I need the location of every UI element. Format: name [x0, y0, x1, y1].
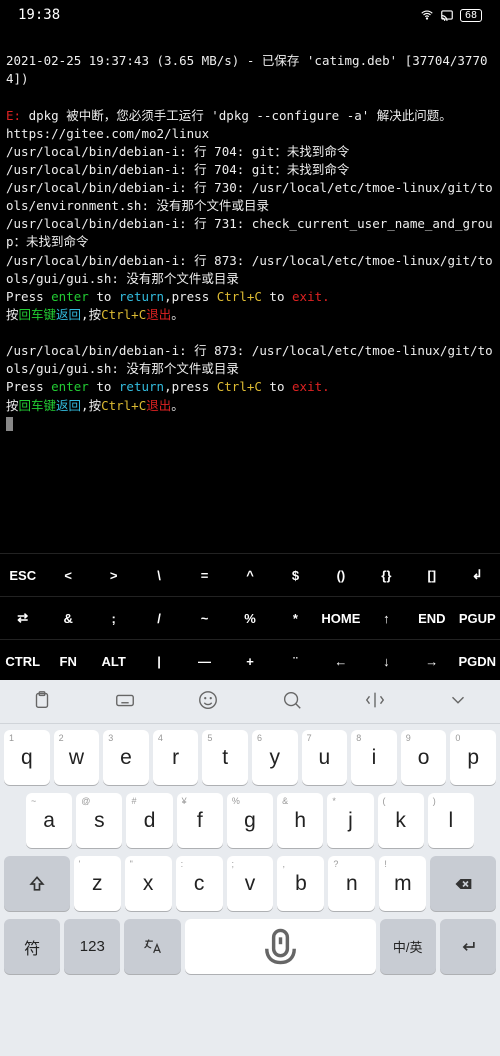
collapse-keyboard-icon[interactable] [447, 689, 469, 715]
clipboard-icon[interactable] [31, 689, 53, 715]
key-r[interactable]: 4r [153, 730, 199, 785]
wifi-icon [420, 8, 434, 22]
battery-indicator: 68 [460, 9, 482, 22]
extra-key-↑[interactable]: ↑ [364, 597, 409, 639]
key-i[interactable]: 8i [351, 730, 397, 785]
extra-key-*[interactable]: * [273, 597, 318, 639]
key-p[interactable]: 0p [450, 730, 496, 785]
key-d[interactable]: #d [126, 793, 172, 848]
emoji-icon[interactable] [197, 689, 219, 715]
extra-key-esc[interactable]: ESC [0, 554, 45, 596]
extra-key-⇄[interactable]: ⇄ [0, 597, 45, 639]
extra-key->[interactable]: > [91, 554, 136, 596]
extra-key-|[interactable]: | [136, 640, 181, 682]
extra-key-$[interactable]: $ [273, 554, 318, 596]
extra-key-~[interactable]: ~ [182, 597, 227, 639]
extra-key-/[interactable]: / [136, 597, 181, 639]
key-j[interactable]: *j [327, 793, 373, 848]
status-bar: 19:38 68 [0, 0, 500, 30]
extra-key-←[interactable]: ← [318, 640, 363, 682]
extra-key-\[interactable]: \ [136, 554, 181, 596]
key-x[interactable]: "x [125, 856, 172, 911]
key-h[interactable]: &h [277, 793, 323, 848]
shift-key[interactable] [4, 856, 70, 911]
key-s[interactable]: @s [76, 793, 122, 848]
extra-key-;[interactable]: ; [91, 597, 136, 639]
cast-icon [440, 8, 454, 22]
ime-toggle-key[interactable]: 中/英 [380, 919, 436, 974]
extra-key-<[interactable]: < [45, 554, 90, 596]
extra-key-fn[interactable]: FN [45, 640, 90, 682]
key-b[interactable]: ,b [277, 856, 324, 911]
key-g[interactable]: %g [227, 793, 273, 848]
key-n[interactable]: ?n [328, 856, 375, 911]
extra-key-¨[interactable]: ¨ [273, 640, 318, 682]
extra-key-pgdn[interactable]: PGDN [455, 640, 500, 682]
extra-key-ctrl[interactable]: CTRL [0, 640, 45, 682]
extra-key-pgup[interactable]: PGUP [455, 597, 500, 639]
key-c[interactable]: :c [176, 856, 223, 911]
extra-key-=[interactable]: = [182, 554, 227, 596]
key-w[interactable]: 2w [54, 730, 100, 785]
key-e[interactable]: 3e [103, 730, 149, 785]
enter-key[interactable] [440, 919, 496, 974]
key-u[interactable]: 7u [302, 730, 348, 785]
soft-keyboard: 1q2w3e4r5t6y7u8i9o0p ~a@s#d¥f%g&h*j(k)l … [0, 680, 500, 1056]
symbol-key[interactable]: 符 [4, 919, 60, 974]
lang-switch-key[interactable] [124, 919, 180, 974]
extra-key-home[interactable]: HOME [318, 597, 363, 639]
extra-keys-bar: ESC<>\=^$(){}[]↲ ⇄&;/~%*HOME↑ENDPGUP CTR… [0, 553, 500, 682]
terminal-cursor [6, 417, 13, 431]
key-l[interactable]: )l [428, 793, 474, 848]
key-f[interactable]: ¥f [177, 793, 223, 848]
extra-key-[][interactable]: [] [409, 554, 454, 596]
key-z[interactable]: 'z [74, 856, 121, 911]
extra-key-()[interactable]: () [318, 554, 363, 596]
key-a[interactable]: ~a [26, 793, 72, 848]
extra-key-↲[interactable]: ↲ [455, 554, 500, 596]
extra-key-end[interactable]: END [409, 597, 454, 639]
extra-key-→[interactable]: → [409, 640, 454, 682]
numeric-key[interactable]: 123 [64, 919, 120, 974]
search-icon[interactable] [281, 689, 303, 715]
extra-key-—[interactable]: — [182, 640, 227, 682]
extra-key-{}[interactable]: {} [364, 554, 409, 596]
key-q[interactable]: 1q [4, 730, 50, 785]
extra-key-↓[interactable]: ↓ [364, 640, 409, 682]
extra-key-alt[interactable]: ALT [91, 640, 136, 682]
key-o[interactable]: 9o [401, 730, 447, 785]
key-t[interactable]: 5t [202, 730, 248, 785]
backspace-key[interactable] [430, 856, 496, 911]
status-time: 19:38 [18, 7, 60, 23]
extra-key-+[interactable]: + [227, 640, 272, 682]
extra-key-^[interactable]: ^ [227, 554, 272, 596]
key-k[interactable]: (k [378, 793, 424, 848]
space-key[interactable] [185, 919, 376, 974]
cursor-move-icon[interactable] [364, 689, 386, 715]
extra-key-%[interactable]: % [227, 597, 272, 639]
terminal-output[interactable]: 2021-02-25 19:37:43 (3.65 MB/s) - 已保存 'c… [0, 30, 500, 437]
key-m[interactable]: !m [379, 856, 426, 911]
key-v[interactable]: ;v [227, 856, 274, 911]
keyboard-icon[interactable] [114, 689, 136, 715]
key-y[interactable]: 6y [252, 730, 298, 785]
extra-key-&[interactable]: & [45, 597, 90, 639]
